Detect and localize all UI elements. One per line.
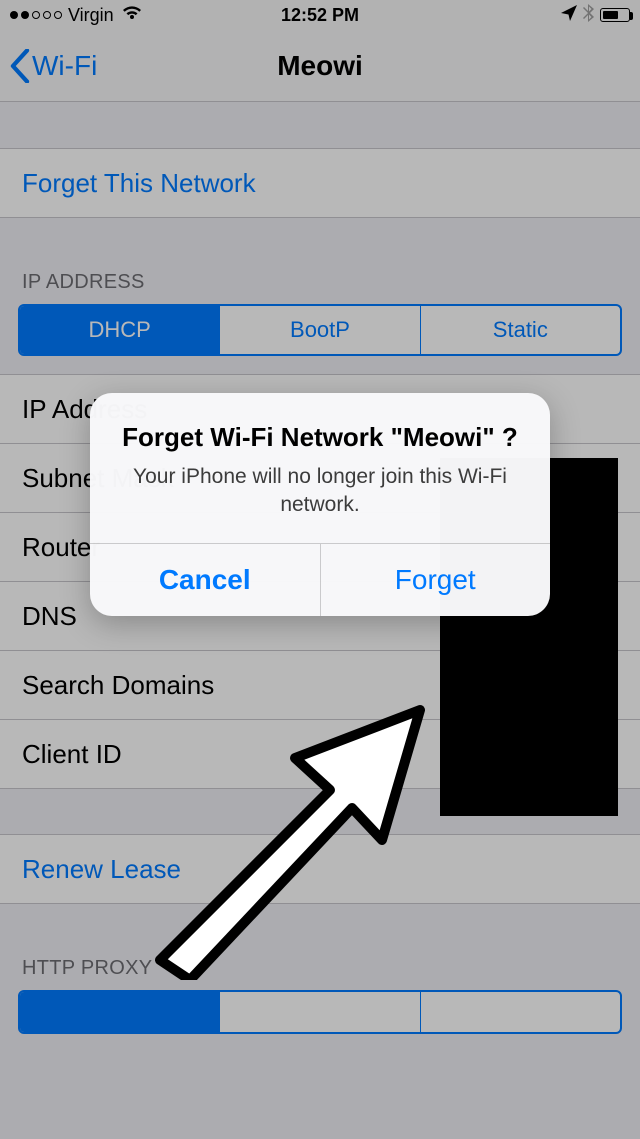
alert-forget-button[interactable]: Forget	[320, 544, 551, 616]
alert-backdrop: Forget Wi-Fi Network "Meowi" ? Your iPho…	[0, 0, 640, 1139]
screen: Virgin 12:52 PM Wi-Fi Meowi Forget This …	[0, 0, 640, 1139]
alert-dialog: Forget Wi-Fi Network "Meowi" ? Your iPho…	[90, 393, 550, 616]
alert-title: Forget Wi-Fi Network "Meowi" ?	[116, 421, 524, 455]
alert-message: Your iPhone will no longer join this Wi-…	[116, 463, 524, 520]
alert-cancel-button[interactable]: Cancel	[90, 544, 320, 616]
